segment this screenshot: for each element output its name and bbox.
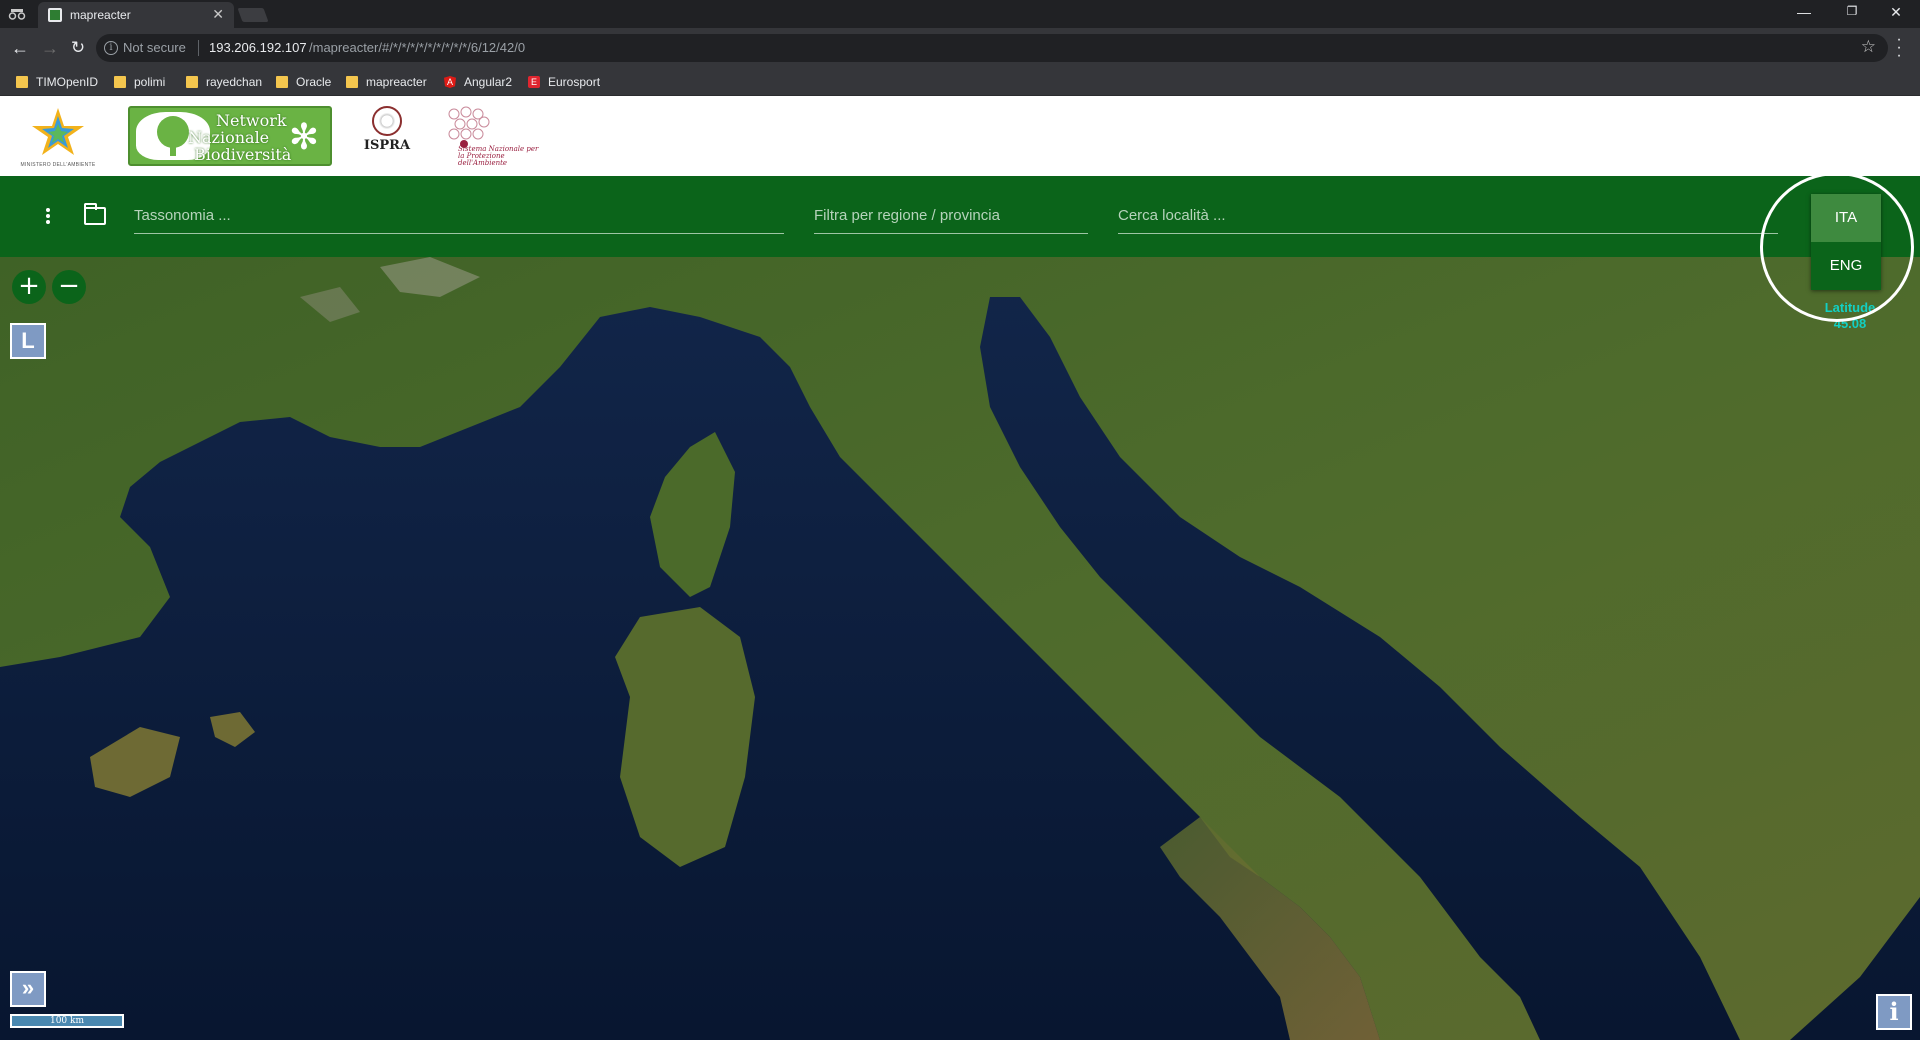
browser-menu-button[interactable]: · · ·: [1892, 32, 1906, 64]
nnb-line: Network: [216, 111, 287, 130]
bookmarks-bar: TIMOpenID polimi rayedchan Oracle maprea…: [0, 68, 1920, 96]
nnb-logo-text: Network Nazionale Biodiversità: [188, 112, 298, 163]
map-imagery: [0, 257, 1920, 1040]
info-icon[interactable]: i: [104, 41, 118, 55]
zoom-in-button[interactable]: +: [12, 270, 46, 304]
bookmark-star-icon[interactable]: ☆: [1861, 37, 1876, 57]
url-host[interactable]: 193.206.192.107: [209, 40, 307, 55]
location-search-input[interactable]: [1118, 198, 1778, 232]
nnb-line: Nazionale: [188, 128, 270, 147]
minimize-button[interactable]: —: [1784, 4, 1824, 24]
zoom-out-button[interactable]: −: [52, 270, 86, 304]
nnb-line: Biodiversità: [194, 145, 292, 164]
taxonomy-input[interactable]: [134, 198, 784, 232]
taxonomy-field: [134, 198, 784, 234]
bookmark-label: mapreacter: [366, 75, 427, 89]
snpa-caption: Sistema Nazionale per la Protezione dell…: [458, 145, 539, 167]
favicon-icon: [48, 8, 62, 22]
expand-panel-button[interactable]: »: [10, 971, 46, 1007]
palm-icon: ✻: [288, 116, 320, 157]
bookmark-polimi[interactable]: polimi: [114, 74, 165, 90]
folder-icon[interactable]: [84, 203, 106, 225]
folder-icon: [276, 76, 288, 88]
tab-title: mapreacter: [70, 8, 131, 22]
eurosport-icon: E: [528, 76, 540, 88]
location-search-field: [1118, 198, 1778, 234]
scale-bar: 100 km: [10, 1014, 124, 1028]
folder-icon: [346, 76, 358, 88]
bookmark-label: polimi: [134, 75, 166, 89]
security-label[interactable]: Not secure: [123, 40, 186, 55]
emblem-icon: [372, 106, 402, 136]
region-filter-field: [814, 198, 1088, 234]
incognito-icon: [8, 6, 26, 22]
ispra-logo[interactable]: ISPRA: [352, 106, 422, 168]
bookmark-rayedchan[interactable]: rayedchan: [186, 74, 262, 90]
ispra-label: ISPRA: [363, 138, 411, 153]
back-button[interactable]: ←: [10, 38, 30, 58]
bookmark-mapreacter[interactable]: mapreacter: [346, 74, 427, 90]
bookmark-label: Angular2: [464, 75, 513, 89]
address-bar[interactable]: i Not secure 193.206.192.107 /mapreacter…: [96, 34, 1888, 62]
language-option-eng[interactable]: ENG: [1811, 242, 1881, 290]
layers-button[interactable]: L: [10, 323, 46, 359]
app-header: MINISTERO DELL'AMBIENTE Network Nazional…: [0, 96, 1920, 176]
address-divider: [198, 40, 199, 56]
bookmark-angular2[interactable]: A Angular2: [444, 74, 512, 90]
language-option-ita[interactable]: ITA: [1811, 194, 1881, 242]
window-close-button[interactable]: ✕: [1876, 4, 1916, 24]
folder-icon: [16, 76, 28, 88]
network-nazionale-biodiversita-logo[interactable]: Network Nazionale Biodiversità ✻: [128, 106, 332, 166]
tab-close-icon[interactable]: ✕: [212, 6, 224, 23]
bookmark-label: Oracle: [296, 75, 332, 89]
bookmark-oracle[interactable]: Oracle: [276, 74, 331, 90]
folder-icon: [186, 76, 198, 88]
bookmark-eurosport[interactable]: E Eurosport: [528, 74, 600, 90]
satellite-map[interactable]: [0, 257, 1920, 1040]
language-switch: ITA ENG: [1811, 194, 1881, 290]
ispra-subtitle: [352, 153, 422, 158]
browser-tab[interactable]: mapreacter ✕: [38, 2, 234, 28]
new-tab-button[interactable]: [237, 8, 269, 22]
bookmark-label: TIMOpenID: [36, 75, 99, 89]
bookmark-label: Eurosport: [548, 75, 601, 89]
restore-button[interactable]: ❐: [1832, 4, 1872, 24]
info-button[interactable]: i: [1876, 994, 1912, 1030]
more-options-button[interactable]: [40, 206, 56, 228]
angular-icon: A: [444, 76, 456, 88]
reload-button[interactable]: ↻: [68, 38, 88, 58]
bookmark-timopenid[interactable]: TIMOpenID: [16, 74, 98, 90]
url-path[interactable]: /mapreacter/#/*/*/*/*/*/*/*/*/*/6/12/42/…: [309, 40, 525, 55]
browser-toolbar: ← → ↻ i Not secure 193.206.192.107 /mapr…: [0, 28, 1920, 68]
ministero-logo[interactable]: MINISTERO DELL'AMBIENTE: [8, 106, 108, 168]
forward-button[interactable]: →: [40, 38, 60, 58]
search-toolbar: [0, 176, 1920, 257]
bookmark-label: rayedchan: [206, 75, 263, 89]
browser-tabbar: mapreacter ✕ — ❐ ✕: [0, 0, 1920, 28]
ministero-caption: MINISTERO DELL'AMBIENTE: [20, 162, 96, 168]
snpa-logo[interactable]: Sistema Nazionale per la Protezione dell…: [444, 106, 540, 168]
region-filter-input[interactable]: [814, 198, 1088, 232]
folder-icon: [114, 76, 126, 88]
